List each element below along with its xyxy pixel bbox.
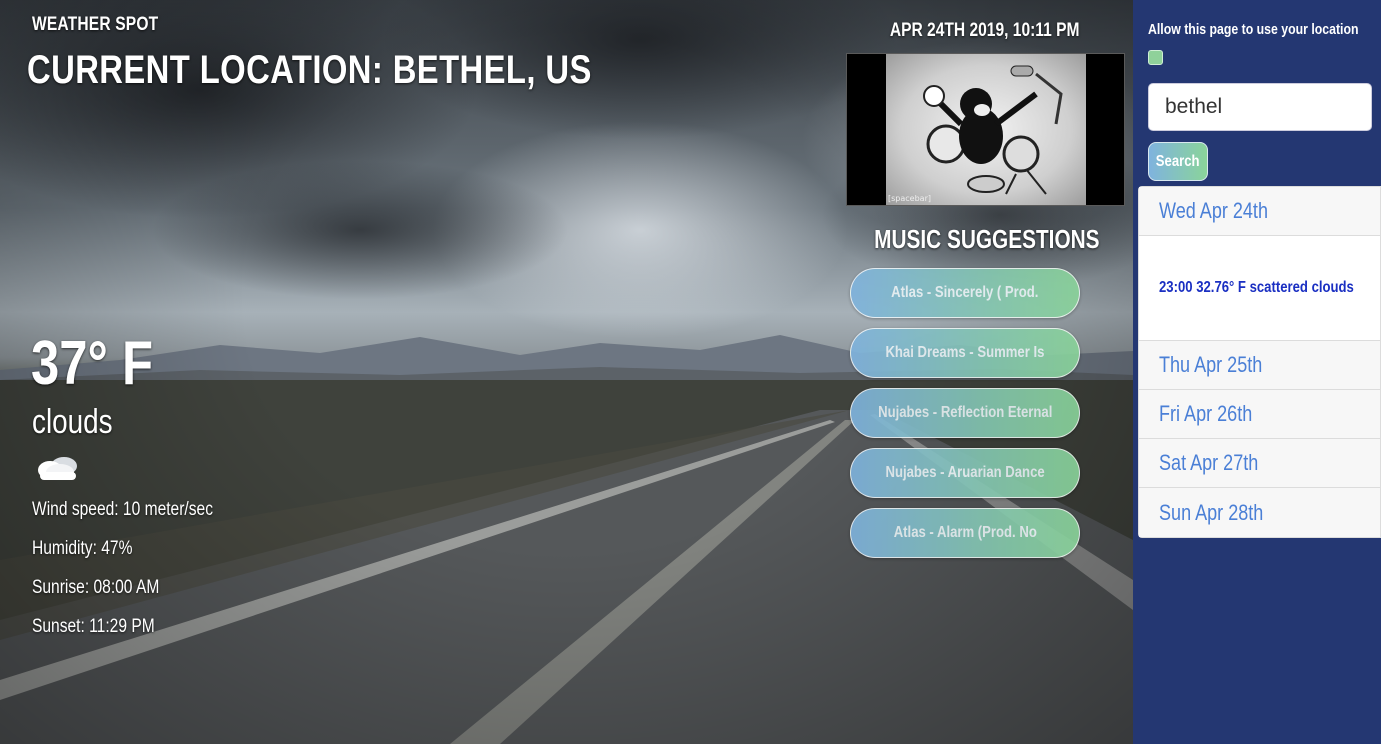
song-button[interactable]: Atlas - Sincerely ( Prod.	[850, 268, 1080, 318]
music-suggestions-heading: MUSIC SUGGESTIONS	[874, 224, 1100, 254]
humidity: Humidity: 47%	[32, 538, 133, 559]
forecast-hourly-detail: 23:00 32.76° F scattered clouds	[1139, 236, 1380, 341]
sunrise-time: Sunrise: 08:00 AM	[32, 577, 160, 598]
city-search-input[interactable]	[1148, 83, 1372, 131]
location-permission-checkbox[interactable]	[1148, 50, 1163, 65]
forecast-list: Wed Apr 24th 23:00 32.76° F scattered cl…	[1138, 186, 1381, 538]
wind-speed: Wind speed: 10 meter/sec	[32, 499, 213, 520]
forecast-day-item[interactable]: Sat Apr 27th	[1139, 439, 1380, 488]
song-button[interactable]: Atlas - Alarm (Prod. No	[850, 508, 1080, 558]
cloud-icon	[38, 457, 77, 480]
song-button[interactable]: Nujabes - Reflection Eternal	[850, 388, 1080, 438]
sunset-time: Sunset: 11:29 PM	[32, 616, 155, 637]
video-player[interactable]: [spacebar]	[846, 53, 1125, 206]
song-button[interactable]: Khai Dreams - Summer Is	[850, 328, 1080, 378]
forecast-day-item[interactable]: Thu Apr 25th	[1139, 341, 1380, 390]
search-button[interactable]: Search	[1148, 142, 1208, 181]
current-temperature: 37° F	[31, 329, 154, 398]
song-button[interactable]: Nujabes - Aruarian Dance	[850, 448, 1080, 498]
app-title: WEATHER SPOT	[32, 14, 159, 35]
location-permission-label: Allow this page to use your location	[1148, 21, 1359, 38]
video-caption: [spacebar]	[888, 194, 931, 203]
forecast-day-item[interactable]: Wed Apr 24th	[1139, 187, 1380, 236]
forecast-day-item[interactable]: Sun Apr 28th	[1139, 488, 1380, 537]
current-datetime: APR 24TH 2019, 10:11 PM	[890, 20, 1080, 41]
cartoon-video-frame	[886, 54, 1086, 205]
current-location-heading: CURRENT LOCATION: BETHEL, US	[27, 48, 592, 92]
forecast-day-item[interactable]: Fri Apr 26th	[1139, 390, 1380, 439]
weather-condition: clouds	[32, 403, 113, 441]
